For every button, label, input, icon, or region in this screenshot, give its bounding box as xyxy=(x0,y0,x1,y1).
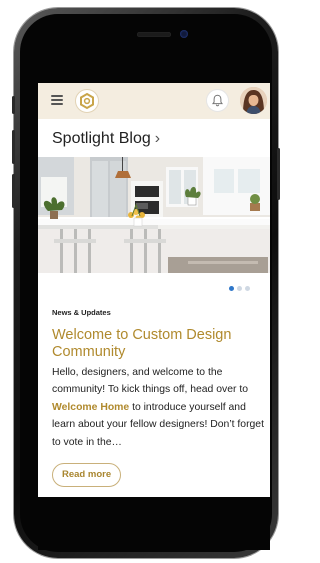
phone-camera xyxy=(180,30,188,38)
post-body-text-1: Hello, designers, and welcome to the com… xyxy=(52,367,248,396)
carousel-dot-2[interactable] xyxy=(237,286,242,291)
stage: Spotlight Blog › News & Updates Welcome … xyxy=(0,0,284,563)
carousel-indicator xyxy=(229,278,253,291)
post-body: Hello, designers, and welcome to the com… xyxy=(52,364,266,451)
user-avatar[interactable] xyxy=(240,87,267,114)
hero-image[interactable] xyxy=(38,157,270,273)
welcome-home-link[interactable]: Welcome Home xyxy=(52,402,129,413)
phone-silent-switch xyxy=(12,96,15,114)
blog-title-text: Spotlight Blog xyxy=(52,130,151,147)
phone-bottom-bezel xyxy=(38,497,270,550)
phone-volume-up xyxy=(12,130,15,164)
post-title[interactable]: Welcome to Custom Design Community xyxy=(52,327,262,361)
app-header xyxy=(38,83,270,119)
app-screen: Spotlight Blog › News & Updates Welcome … xyxy=(38,83,270,497)
hamburger-menu-icon[interactable] xyxy=(51,95,63,105)
phone-volume-down xyxy=(12,174,15,208)
read-more-button[interactable]: Read more xyxy=(52,463,122,487)
carousel-dot-3[interactable] xyxy=(245,286,250,291)
hexagon-logo-icon[interactable] xyxy=(75,89,99,113)
phone-speaker xyxy=(137,32,171,37)
kitchen-photo xyxy=(38,157,270,273)
carousel-dot-1[interactable] xyxy=(229,286,234,291)
bell-icon[interactable] xyxy=(206,89,229,112)
post-category: News & Updates xyxy=(52,308,111,317)
blog-section-title[interactable]: Spotlight Blog › xyxy=(52,130,160,148)
phone-power-button xyxy=(277,148,280,200)
chevron-right-icon: › xyxy=(154,130,161,147)
